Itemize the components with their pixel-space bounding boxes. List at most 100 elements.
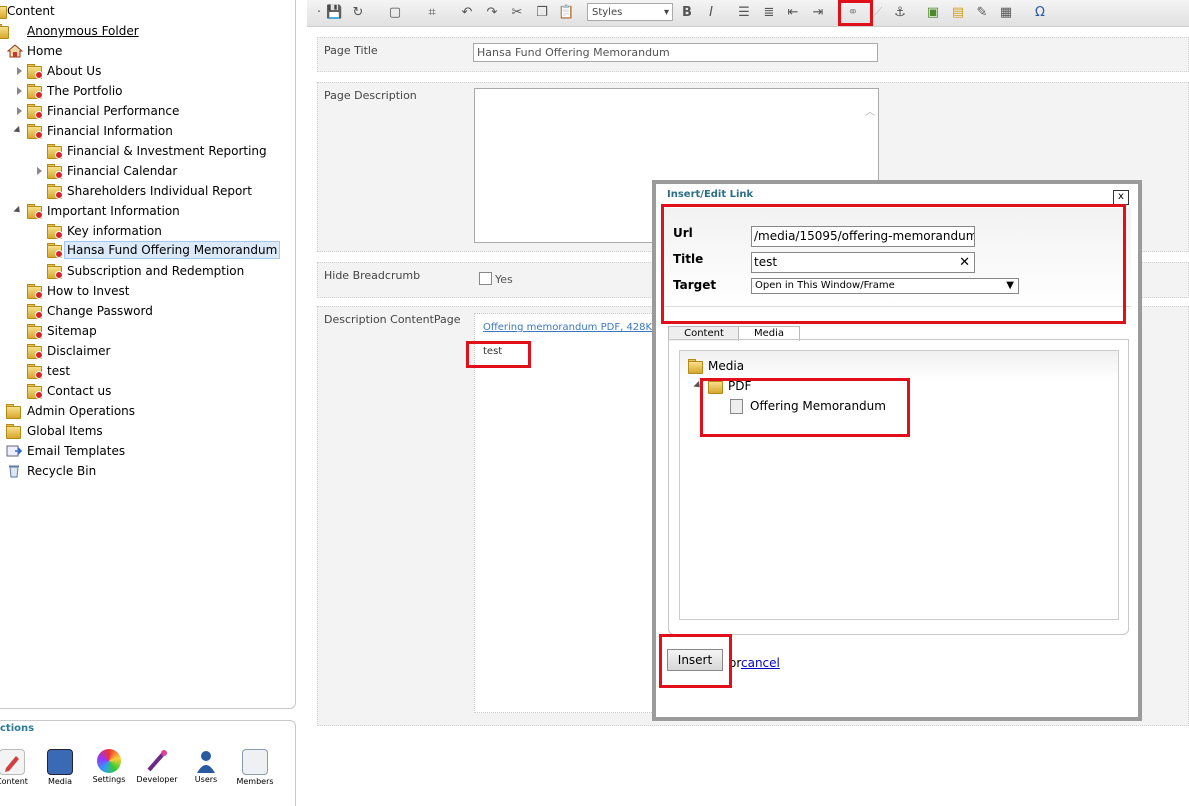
user-icon [194, 749, 218, 773]
cut-icon[interactable]: ✂ [509, 5, 525, 21]
file-icon [730, 399, 743, 414]
media-tree: Media PDF Offering Memorandum [679, 350, 1119, 620]
anchor-icon[interactable]: ⚓ [892, 5, 908, 21]
title-input-value: test [754, 255, 778, 269]
media-tab-panel: Media PDF Offering Memorandum [668, 339, 1129, 635]
folder-icon [688, 358, 704, 374]
folder-icon [47, 223, 63, 239]
html-icon[interactable]: ⌗ [424, 5, 440, 21]
folder-icon [47, 183, 63, 199]
folder-icon [27, 323, 43, 339]
styles-dropdown[interactable]: Styles [587, 3, 673, 22]
folder-icon [27, 283, 43, 299]
url-input[interactable]: /media/15095/offering-memorandum. [751, 226, 975, 247]
section-media[interactable]: Media [35, 749, 85, 786]
link-fields-panel: Url /media/15095/offering-memorandum. Ti… [665, 208, 1131, 307]
numbered-list-icon[interactable]: ≣ [761, 5, 777, 21]
folder-icon [47, 163, 63, 179]
insert-link-icon[interactable]: ⚭ [845, 5, 861, 21]
dialog-title: Insert/Edit Link [667, 189, 754, 200]
folder-icon [27, 63, 43, 79]
media-icon [47, 749, 73, 775]
email-template-icon [6, 444, 23, 464]
folder-icon [708, 378, 724, 394]
page-description-label: Page Description [324, 89, 417, 102]
editor-test-text: test [483, 346, 503, 357]
folder-icon [27, 343, 43, 359]
section-users[interactable]: Users [181, 749, 231, 784]
expand-arrow-icon[interactable] [17, 67, 22, 75]
expand-arrow-icon[interactable] [37, 167, 42, 175]
folder-icon [47, 143, 63, 159]
target-label: Target [673, 278, 717, 292]
section-content[interactable]: Content [0, 749, 37, 786]
folder-icon [27, 303, 43, 319]
recycle-bin-icon [7, 464, 21, 484]
bold-icon[interactable]: B [679, 5, 695, 21]
collapse-arrow-icon[interactable] [693, 380, 703, 391]
folder-icon [27, 83, 43, 99]
redo-icon[interactable]: ↷ [484, 5, 500, 21]
folder-icon [47, 263, 63, 279]
expand-arrow-icon[interactable] [17, 87, 22, 95]
section-members[interactable]: Members [230, 749, 280, 786]
italic-icon[interactable]: I [703, 5, 719, 21]
developer-wand-icon [145, 749, 169, 773]
title-input[interactable]: test ✕ [751, 252, 975, 273]
settings-icon [97, 749, 121, 773]
sections-panel: ctions Content Media Settings Developer … [0, 720, 296, 806]
members-card-icon [242, 749, 268, 775]
description-richtext-editor[interactable] [474, 313, 654, 713]
special-character-icon[interactable]: Ω [1032, 5, 1048, 21]
hide-breadcrumb-option-label: Yes [495, 273, 513, 286]
scroll-up-icon[interactable]: ︿ [865, 103, 875, 118]
insert-macro-icon[interactable]: ▤ [950, 5, 966, 21]
bullet-list-icon[interactable]: ☰ [736, 5, 752, 21]
insert-image-icon[interactable]: ▣ [925, 5, 941, 21]
title-label: Title [673, 252, 704, 266]
content-icon [0, 749, 25, 775]
paste-icon[interactable]: 📋 [558, 5, 574, 21]
editor-toolbar: · 💾 ↻ ▢ ⌗ ↶ ↷ ✂ ❐ 📋 Styles B I ☰ ≣ ⇤ ⇥ ⚭… [307, 0, 1189, 27]
section-settings[interactable]: Settings [84, 749, 134, 784]
indent-icon[interactable]: ⇥ [810, 5, 826, 21]
copy-icon[interactable]: ❐ [534, 5, 550, 21]
url-label: Url [673, 226, 693, 240]
save-icon[interactable]: 💾 [326, 5, 342, 21]
clear-icon[interactable]: ✕ [959, 253, 970, 272]
folder-icon [27, 203, 43, 219]
outdent-icon[interactable]: ⇤ [785, 5, 801, 21]
description-content-label: Description ContentPage [324, 313, 461, 326]
cancel-link[interactable]: cancel [741, 656, 780, 670]
close-icon[interactable]: x [1113, 190, 1129, 205]
page-title-label: Page Title [324, 44, 378, 57]
folder-icon [6, 403, 22, 419]
unlink-icon[interactable]: ⟋ [870, 5, 886, 21]
target-dropdown[interactable]: Open in This Window/Frame ▼ [751, 278, 1019, 294]
toolbar-grip-icon: · [316, 5, 322, 20]
collapse-arrow-icon[interactable] [13, 125, 23, 136]
chevron-down-icon: ▼ [1006, 280, 1014, 291]
target-value: Open in This Window/Frame [755, 280, 895, 291]
folder-icon [6, 423, 22, 439]
section-developer[interactable]: Developer [132, 749, 182, 784]
collapse-arrow-icon[interactable] [13, 205, 23, 216]
hide-breadcrumb-checkbox[interactable] [479, 272, 492, 285]
folder-icon [27, 123, 43, 139]
insert-button[interactable]: Insert [667, 649, 723, 671]
insert-edit-link-dialog: Insert/Edit Link x Url /media/15095/offe… [652, 180, 1142, 721]
sections-title: ctions [0, 723, 35, 734]
folder-icon [27, 363, 43, 379]
insert-table-icon[interactable]: ▦ [998, 5, 1014, 21]
folder-icon [0, 23, 10, 39]
home-icon [6, 44, 24, 58]
edit-macro-icon[interactable]: ✎ [974, 5, 990, 21]
hide-breadcrumb-label: Hide Breadcrumb [324, 269, 421, 282]
save-publish-icon[interactable]: ↻ [350, 5, 366, 21]
offering-memorandum-pdf-link[interactable]: Offering memorandum PDF, 428K [483, 322, 652, 333]
page-title-input[interactable]: Hansa Fund Offering Memorandum [473, 43, 878, 62]
undo-icon[interactable]: ↶ [459, 5, 475, 21]
expand-arrow-icon[interactable] [17, 107, 22, 115]
preview-icon[interactable]: ▢ [387, 5, 403, 21]
or-text: or [729, 656, 742, 670]
